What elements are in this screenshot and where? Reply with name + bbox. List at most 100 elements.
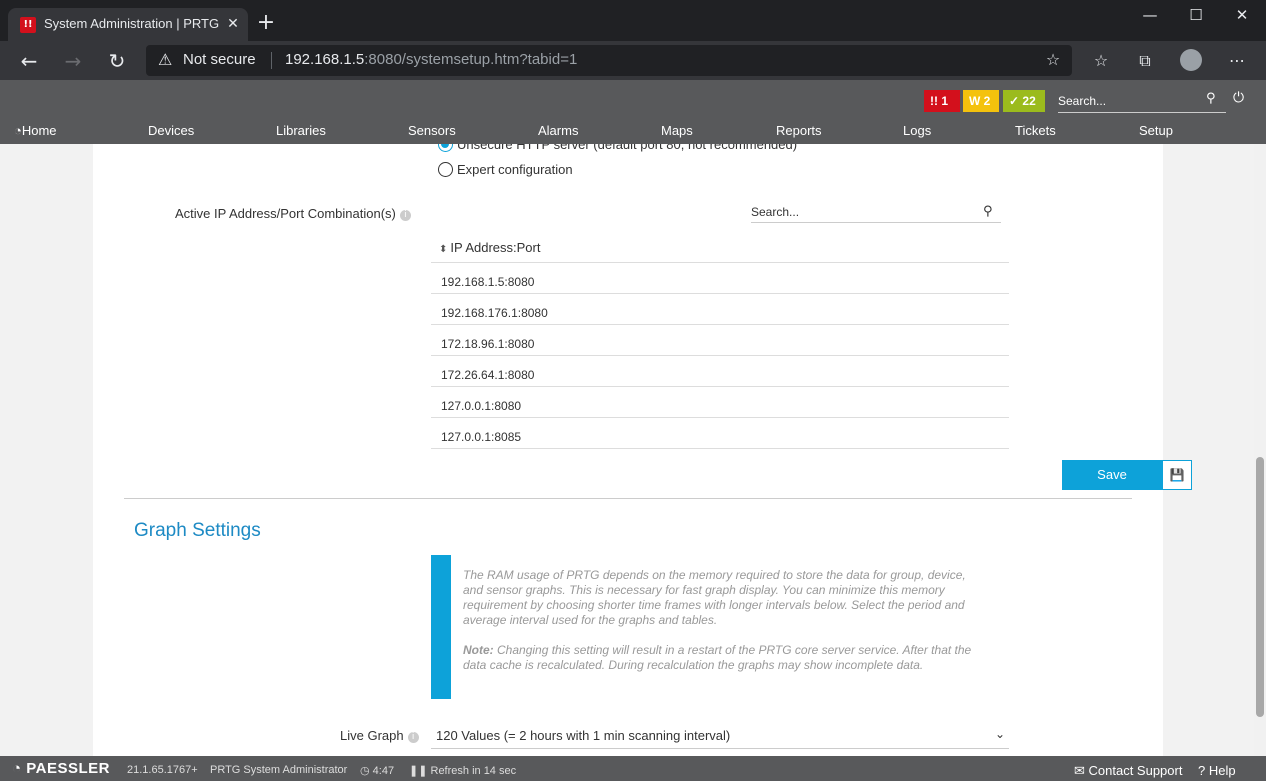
help-link[interactable]: ? Help — [1198, 763, 1236, 778]
table-row: 192.168.1.5:8080 — [431, 263, 1009, 294]
table-search-input[interactable] — [751, 205, 971, 219]
column-header: IP Address:Port — [450, 240, 541, 255]
page-scrollbar[interactable] — [1254, 144, 1266, 756]
graph-settings-heading: Graph Settings — [134, 520, 261, 541]
contact-support-link[interactable]: ✉ Contact Support — [1074, 763, 1182, 779]
radio-button[interactable] — [438, 162, 453, 177]
clock-icon: ◷ — [360, 765, 373, 777]
address-separator — [271, 52, 272, 69]
table-row: 192.168.176.1:8080 — [431, 294, 1009, 325]
prtg-footer: ◔ PAESSLER 21.1.65.1767+ PRTG System Adm… — [0, 756, 1266, 781]
save-disk-icon[interactable]: 💾 — [1162, 460, 1192, 490]
contact-text: Contact Support — [1088, 763, 1183, 778]
alarm-badge[interactable]: !! 1 — [924, 90, 960, 112]
search-icon[interactable]: ⚲ — [1206, 91, 1216, 106]
nav-sensors[interactable]: Sensors — [408, 123, 456, 138]
nav-maps[interactable]: Maps — [661, 123, 693, 138]
tab-title: System Administration | PRTG Ne — [44, 16, 222, 31]
prtg-favicon-icon: !! — [20, 17, 36, 33]
field-label-text: Active IP Address/Port Combination(s) — [175, 206, 396, 221]
url-host: 192.168.1.5 — [285, 51, 365, 68]
browser-titlebar: !! System Administration | PRTG Ne ✕ + —… — [0, 0, 1266, 41]
info-paragraph: The RAM usage of PRTG depends on the mem… — [463, 568, 966, 627]
radio-label: Unsecure HTTP server (default port 80, n… — [457, 144, 798, 152]
close-window-button[interactable]: ✕ — [1219, 0, 1265, 32]
nav-devices[interactable]: Devices — [148, 123, 194, 138]
table-row: 127.0.0.1:8085 — [431, 418, 1009, 449]
radio-http-option[interactable]: Unsecure HTTP server (default port 80, n… — [438, 144, 797, 152]
new-tab-button[interactable]: + — [255, 12, 277, 34]
info-accent-bar — [431, 555, 451, 699]
info-box: The RAM usage of PRTG depends on the mem… — [431, 555, 971, 699]
minimize-button[interactable]: — — [1127, 0, 1173, 32]
refresh-text: Refresh in 14 sec — [430, 765, 517, 777]
section-divider — [124, 498, 1132, 499]
prtg-header: !! 1 W 2 ✓ 22 ⚲ ⏻ ◔Home Devices Librarie… — [0, 80, 1266, 144]
field-label-text: Live Graph — [340, 728, 404, 743]
warning-icon: ⚠ — [158, 50, 173, 69]
table-header-ip[interactable]: ⬍ IP Address:Port — [431, 236, 1009, 263]
scroll-thumb[interactable] — [1256, 457, 1264, 717]
radio-label: Expert configuration — [457, 162, 573, 177]
info-note: Note: Changing this setting will result … — [463, 643, 973, 673]
maximize-button[interactable]: ☐ — [1173, 0, 1219, 32]
more-icon[interactable]: ⋯ — [1225, 49, 1249, 73]
nav-setup[interactable]: Setup — [1139, 123, 1173, 138]
url-text[interactable]: 192.168.1.5:8080/systemsetup.htm?tabid=1 — [285, 51, 577, 68]
table-row: 172.26.64.1:8080 — [431, 356, 1009, 387]
nav-libraries[interactable]: Libraries — [276, 123, 326, 138]
top-search-input[interactable] — [1058, 91, 1198, 111]
nav-alarms[interactable]: Alarms — [538, 123, 578, 138]
reload-button[interactable]: ↻ — [104, 49, 130, 73]
paessler-logo-mark-icon: ◔ — [12, 760, 27, 777]
ok-badge[interactable]: ✓ 22 — [1003, 90, 1045, 112]
nav-reports[interactable]: Reports — [776, 123, 822, 138]
logout-power-icon[interactable]: ⏻ — [1233, 90, 1244, 106]
save-button[interactable]: Save — [1062, 460, 1162, 490]
radio-button-checked[interactable] — [438, 144, 453, 152]
refresh-indicator[interactable]: ❚❚ Refresh in 14 sec — [409, 764, 516, 777]
clock: ◷ 4:47 — [360, 764, 394, 777]
favorites-icon[interactable]: ☆ — [1089, 49, 1113, 73]
user-link[interactable]: PRTG System Administrator — [210, 764, 347, 776]
logo-text: PAESSLER — [26, 760, 110, 777]
pause-icon: ❚❚ — [409, 765, 431, 777]
note-label: Note: — [463, 643, 494, 657]
mail-icon: ✉ — [1074, 763, 1089, 778]
back-button[interactable]: ← — [16, 49, 42, 73]
security-indicator[interactable]: Not secure — [183, 51, 256, 68]
info-icon[interactable]: i — [399, 210, 411, 221]
ip-address-table: ⬍ IP Address:Port 192.168.1.5:8080 192.16… — [431, 236, 1009, 449]
select-value: 120 Values (= 2 hours with 1 min scannin… — [436, 728, 731, 743]
nav-home[interactable]: ◔Home — [14, 123, 57, 138]
nav-logs[interactable]: Logs — [903, 123, 931, 138]
browser-toolbar: ← → ↻ ⚠ Not secure 192.168.1.5:8080/syst… — [0, 41, 1266, 80]
top-search: ⚲ — [1058, 91, 1226, 113]
forward-button[interactable]: → — [60, 49, 86, 73]
note-text: Changing this setting will result in a r… — [463, 643, 972, 672]
address-bar[interactable]: ⚠ Not secure 192.168.1.5:8080/systemsetu… — [146, 45, 1072, 76]
active-ip-label: Active IP Address/Port Combination(s) i — [175, 206, 411, 221]
help-text: Help — [1208, 763, 1236, 778]
version-text: 21.1.65.1767+ — [127, 764, 198, 776]
live-graph-select[interactable]: 120 Values (= 2 hours with 1 min scannin… — [431, 723, 1009, 749]
settings-content: Unsecure HTTP server (default port 80, n… — [93, 144, 1163, 756]
sort-icon[interactable]: ⬍ — [439, 244, 447, 255]
table-row: 127.0.0.1:8080 — [431, 387, 1009, 418]
help-icon: ? — [1198, 763, 1209, 778]
search-icon[interactable]: ⚲ — [983, 204, 993, 219]
time-text: 4:47 — [372, 765, 395, 777]
url-path: :8080/systemsetup.htm?tabid=1 — [364, 51, 578, 68]
favorite-add-icon[interactable]: ☆ — [1041, 48, 1065, 72]
table-row: 172.18.96.1:8080 — [431, 325, 1009, 356]
main-navigation: ◔Home Devices Libraries Sensors Alarms M… — [0, 122, 1266, 142]
info-icon[interactable]: i — [407, 732, 419, 743]
profile-icon[interactable] — [1180, 49, 1202, 71]
nav-tickets[interactable]: Tickets — [1015, 123, 1056, 138]
radio-expert-option[interactable]: Expert configuration — [438, 162, 573, 177]
live-graph-label: Live Graph i — [340, 728, 419, 743]
browser-tab[interactable]: !! System Administration | PRTG Ne ✕ — [8, 8, 248, 41]
tab-close-icon[interactable]: ✕ — [224, 14, 242, 34]
collections-icon[interactable]: ⧉ — [1133, 49, 1157, 73]
warning-badge[interactable]: W 2 — [963, 90, 999, 112]
